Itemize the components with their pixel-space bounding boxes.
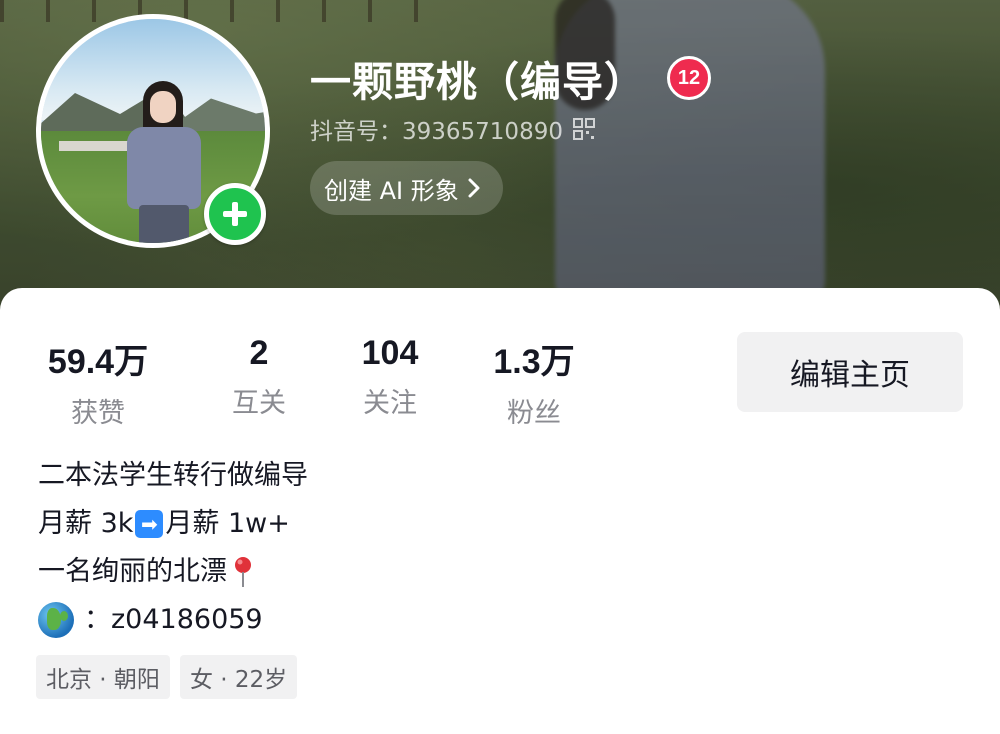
profile-cover[interactable]: 一颗野桃（编导） 12 抖音号：39365710890 创建 AI 形象 — [0, 0, 1000, 310]
bio-line: ：z04186059 — [38, 596, 638, 644]
arrow-right-icon: ➡ — [135, 510, 164, 538]
tag-gender-age[interactable]: 女 · 22岁 — [179, 655, 298, 699]
bio-text: 一名绚丽的北漂 — [38, 556, 227, 587]
bio-line: 月薪 3k ➡ 月薪 1w+ — [38, 500, 638, 548]
bio-line: 一名绚丽的北漂 — [38, 548, 638, 596]
nickname: 一颗野桃（编导） — [310, 58, 646, 106]
location-pin-icon — [235, 557, 251, 587]
stat-label: 获赞 — [71, 398, 125, 429]
edit-profile-button[interactable]: 编辑主页 — [737, 332, 963, 412]
create-ai-avatar-button[interactable]: 创建 AI 形象 — [310, 161, 503, 215]
stat-label: 关注 — [363, 388, 417, 419]
stat-value: 1.3万 — [493, 343, 575, 381]
bio-line: 二本法学生转行做编导 — [38, 452, 638, 500]
avatar-person — [127, 81, 205, 243]
bio: 二本法学生转行做编导 月薪 3k ➡ 月薪 1w+ 一名绚丽的北漂 ：z0418… — [38, 452, 638, 644]
stat-label: 粉丝 — [507, 398, 561, 429]
stat-following[interactable]: 104 关注 — [348, 334, 432, 420]
bio-text: 月薪 1w+ — [165, 508, 290, 539]
stat-value: 2 — [249, 334, 269, 372]
bio-text: 月薪 3k — [38, 508, 134, 539]
bio-text: ：z04186059 — [84, 604, 263, 635]
stat-value: 59.4万 — [47, 343, 149, 381]
douyin-id-row[interactable]: 抖音号：39365710890 — [310, 112, 595, 146]
chevron-right-icon — [468, 178, 480, 198]
stat-value: 104 — [361, 334, 419, 372]
stats-row: 59.4万 获赞 2 互关 104 关注 1.3万 粉丝 — [0, 334, 720, 429]
notification-badge[interactable]: 12 — [667, 56, 711, 100]
stat-likes[interactable]: 59.4万 获赞 — [36, 334, 160, 430]
add-avatar-button[interactable] — [204, 183, 266, 245]
bio-text: 二本法学生转行做编导 — [38, 460, 308, 491]
stat-label: 互关 — [232, 388, 286, 419]
tag-location[interactable]: 北京 · 朝阳 — [36, 655, 170, 699]
globe-icon — [38, 602, 74, 638]
avatar-face — [150, 91, 176, 123]
plus-icon — [223, 202, 247, 226]
stat-mutual[interactable]: 2 互关 — [214, 334, 304, 420]
avatar-building — [59, 141, 129, 151]
qr-code-icon[interactable] — [572, 118, 595, 140]
create-ai-avatar-label: 创建 AI 形象 — [324, 176, 459, 205]
douyin-id: 抖音号：39365710890 — [310, 119, 563, 145]
avatar-legs — [139, 205, 189, 243]
profile-tags: 北京 · 朝阳 女 · 22岁 — [36, 655, 298, 699]
avatar-jacket — [127, 127, 201, 209]
stat-fans[interactable]: 1.3万 粉丝 — [484, 334, 584, 430]
